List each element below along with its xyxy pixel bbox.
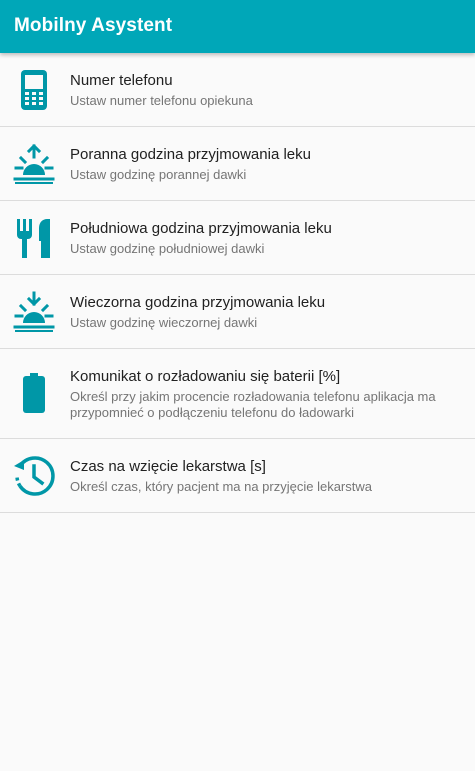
setting-title: Wieczorna godzina przyjmowania leku — [70, 294, 326, 311]
battery-icon — [12, 371, 56, 415]
setting-medication-time[interactable]: Czas na wzięcie lekarstwa [s] Określ cza… — [0, 439, 475, 513]
settings-list: Numer telefonu Ustaw numer telefonu opie… — [0, 53, 475, 513]
app-title: Mobilny Asystent — [14, 15, 173, 36]
setting-morning-dose[interactable]: Poranna godzina przyjmowania leku Ustaw … — [0, 127, 475, 201]
timer-icon — [12, 454, 56, 498]
setting-subtitle: Ustaw numer telefonu opiekuna — [70, 93, 253, 108]
setting-evening-dose[interactable]: Wieczorna godzina przyjmowania leku Usta… — [0, 275, 475, 349]
sunrise-icon — [12, 142, 56, 186]
setting-noon-dose[interactable]: Południowa godzina przyjmowania leku Ust… — [0, 201, 475, 275]
sunset-icon — [12, 290, 56, 334]
setting-subtitle: Określ przy jakim procencie rozładowania… — [70, 389, 436, 420]
app-bar: Mobilny Asystent — [0, 0, 475, 53]
setting-battery-warning[interactable]: Komunikat o rozładowaniu się baterii [%]… — [0, 349, 475, 439]
phone-icon — [12, 68, 56, 112]
setting-subtitle: Określ czas, który pacjent ma na przyjęc… — [70, 479, 372, 494]
setting-subtitle: Ustaw godzinę wieczornej dawki — [70, 315, 258, 330]
setting-title: Poranna godzina przyjmowania leku — [70, 146, 311, 163]
setting-subtitle: Ustaw godzinę porannej dawki — [70, 167, 247, 182]
fork-knife-icon — [12, 216, 56, 260]
setting-title: Numer telefonu — [70, 72, 173, 89]
setting-title: Czas na wzięcie lekarstwa [s] — [70, 458, 266, 475]
setting-title: Komunikat o rozładowaniu się baterii [%] — [70, 368, 341, 385]
setting-subtitle: Ustaw godzinę południowej dawki — [70, 241, 265, 256]
setting-phone-number[interactable]: Numer telefonu Ustaw numer telefonu opie… — [0, 53, 475, 127]
setting-title: Południowa godzina przyjmowania leku — [70, 220, 332, 237]
